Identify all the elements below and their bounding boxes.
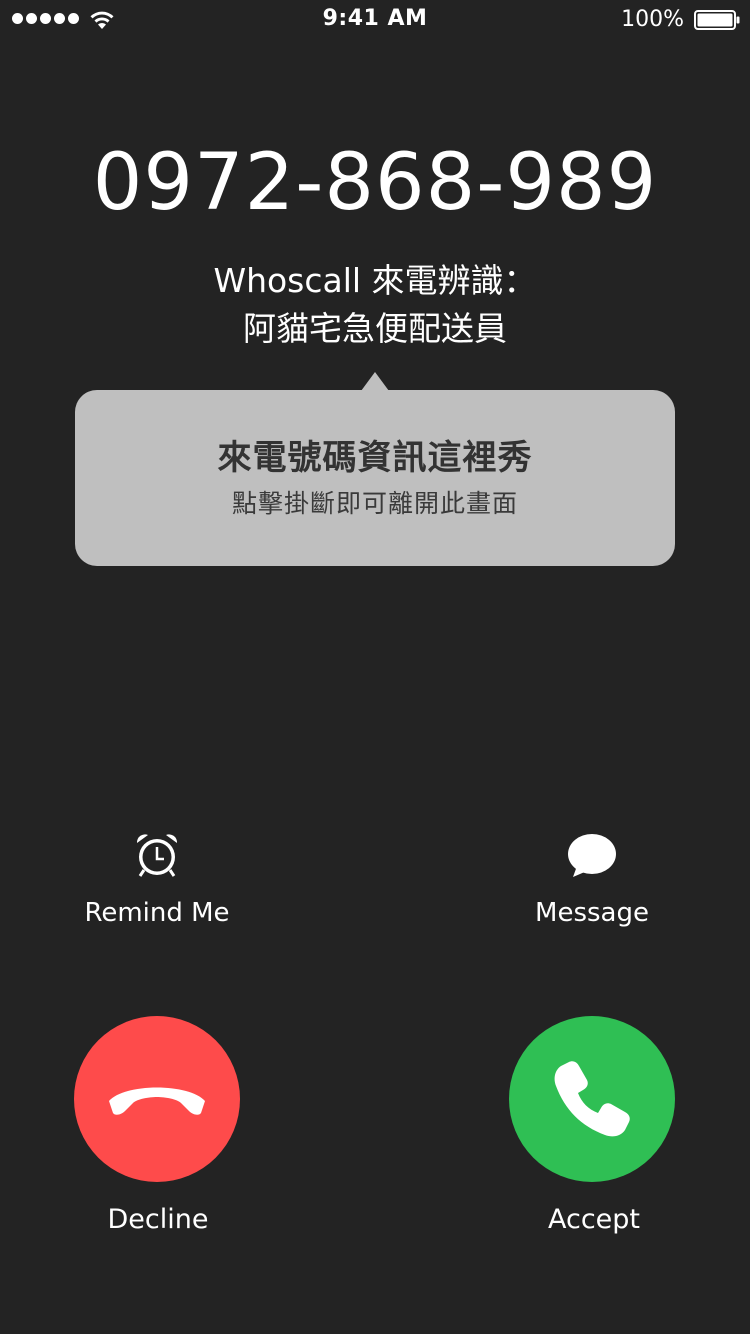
popup-arrow [361,372,389,391]
caller-id-name: 阿貓宅急便配送員 [243,309,507,348]
hang-up-phone-icon [109,1087,205,1115]
phone-icon [554,1061,630,1137]
remind-me-button[interactable]: Remind Me [37,898,277,928]
alarm-clock-icon[interactable] [132,830,182,880]
decline-button[interactable] [74,1016,240,1182]
battery-percent: 100% [621,7,684,32]
status-bar: 9:41 AM 100% [0,0,750,40]
decline-label: Decline [107,1204,209,1235]
accept-button[interactable] [509,1016,675,1182]
caller-info-popup: 來電號碼資訊這裡秀 點擊掛斷即可離開此畫面 [75,390,675,566]
caller-number: 0972-868-989 [92,138,658,228]
caller-id-source: Whoscall 來電辨識： [213,261,537,300]
accept-label: Accept [547,1204,641,1235]
popup-subtitle: 點擊掛斷即可離開此畫面 [231,489,518,518]
message-button[interactable]: Message [472,898,712,928]
speech-bubble-icon[interactable] [567,830,617,880]
battery-full-icon [694,10,740,30]
popup-title: 來電號碼資訊這裡秀 [217,438,533,478]
